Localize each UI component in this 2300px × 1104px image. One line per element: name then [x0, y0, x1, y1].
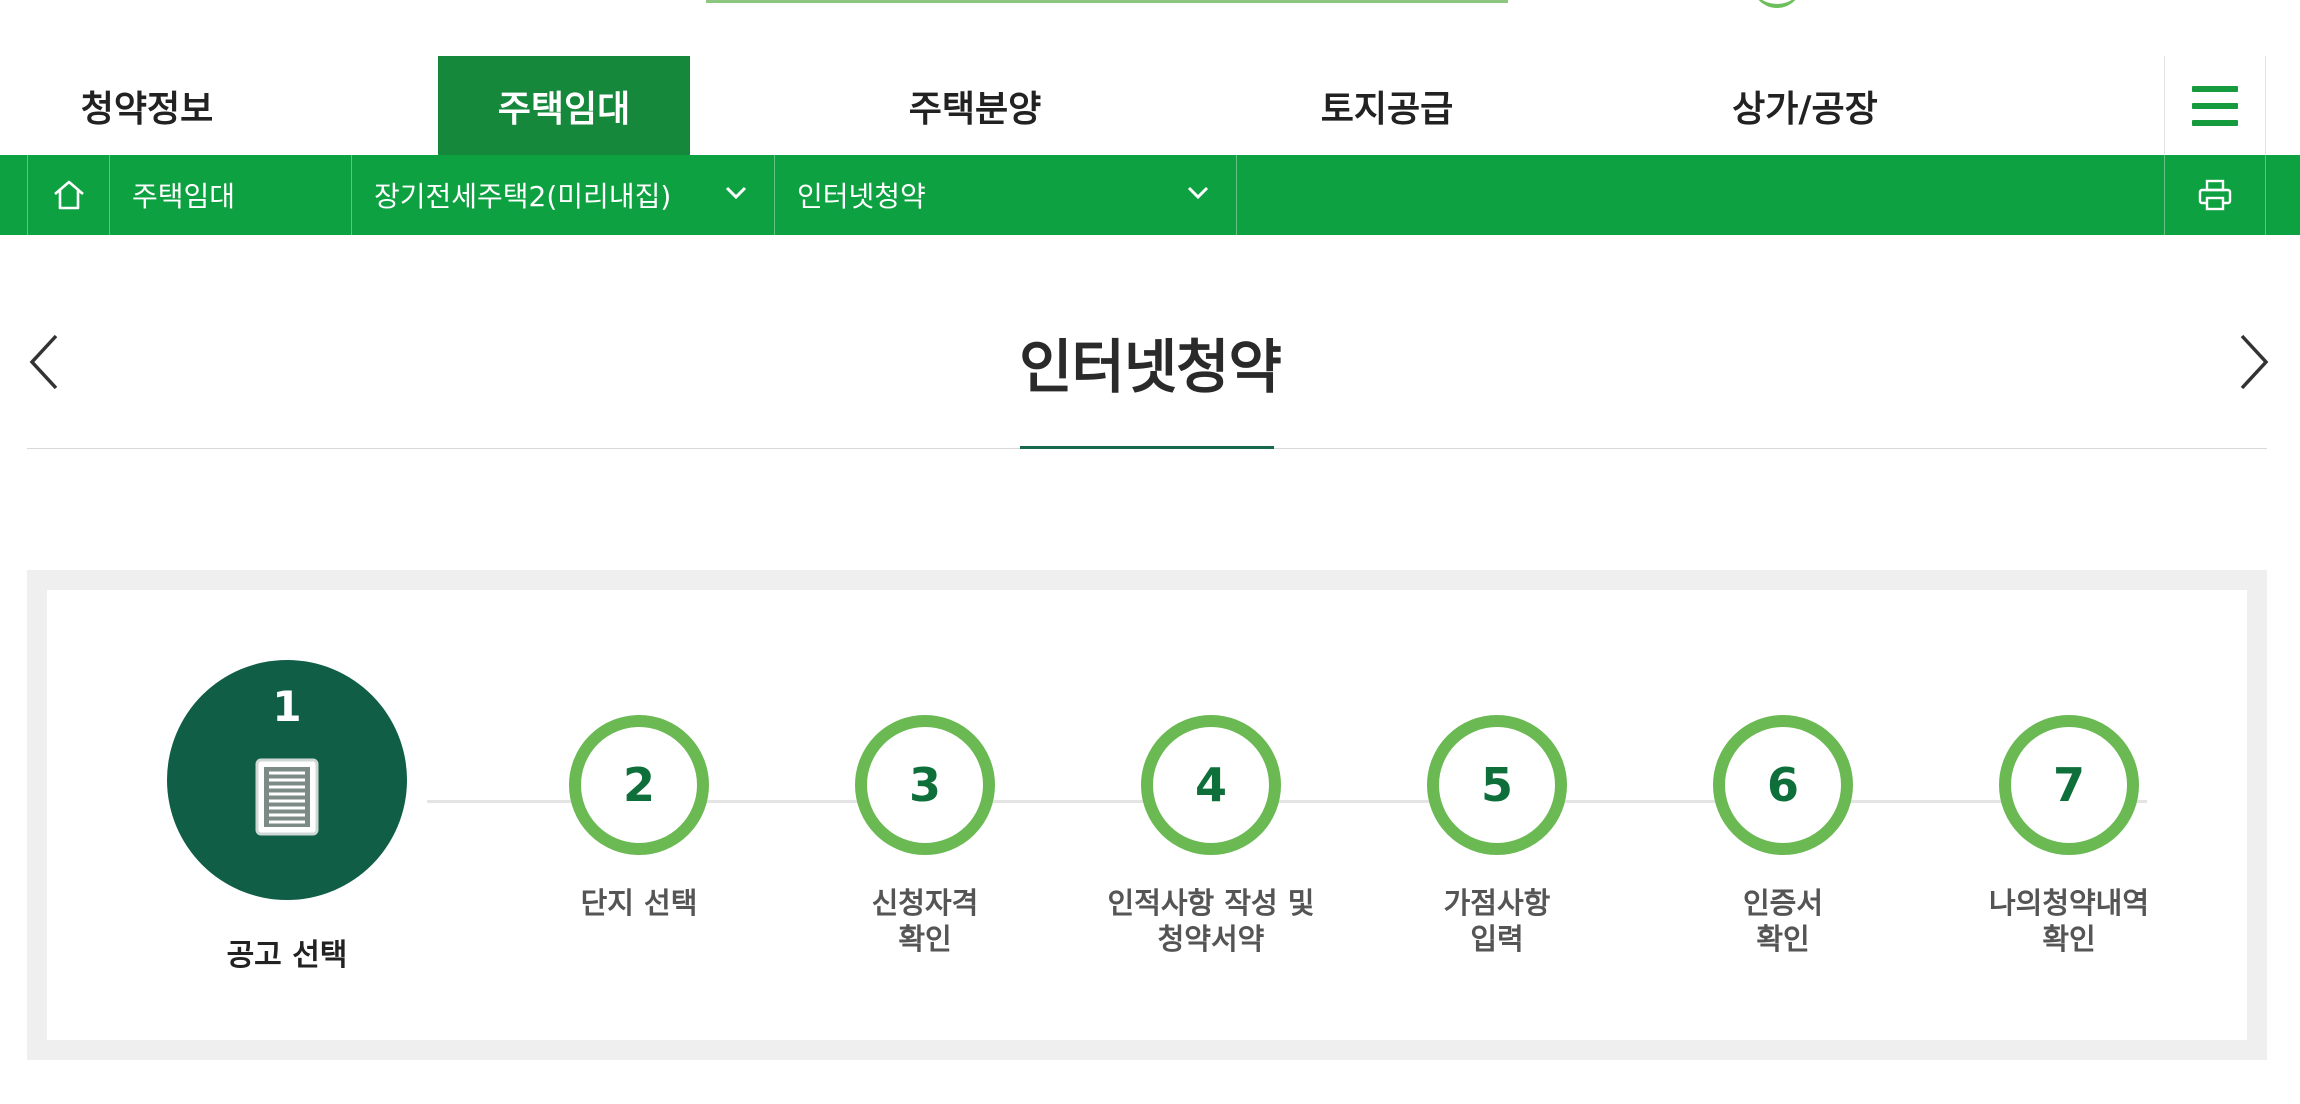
step-3-circle: 3 [855, 715, 995, 855]
step-1-circle: 1 [167, 660, 407, 900]
search-box-edge[interactable] [706, 0, 1508, 3]
step-5-circle: 5 [1427, 715, 1567, 855]
step-4-label: 인적사항 작성 및 청약서약 [1107, 886, 1315, 956]
breadcrumb-depth1[interactable]: 주택임대 [109, 155, 351, 235]
breadcrumb-depth2-label: 장기전세주택2(미리내집) [374, 180, 672, 213]
step-1-number: 1 [272, 682, 302, 731]
gnb-item-housing-rental[interactable]: 주택임대 [438, 56, 690, 155]
step-1-current: 1 공고 선택 [167, 660, 407, 974]
step-4: 4 인적사항 작성 및 청약서약 [1071, 715, 1351, 957]
step-progress: 1 공고 선택 2 단지 선택 3 신청자격 확인 4 인적사항 작성 및 청약… [27, 570, 2267, 1060]
next-page-arrow[interactable] [2234, 330, 2274, 394]
gnb-item-land-supply[interactable]: 토지공급 [1262, 56, 1512, 155]
gnb-item-subscription-info[interactable]: 청약정보 [27, 56, 267, 155]
step-2-label: 단지 선택 [580, 886, 698, 920]
step-progress-inner: 1 공고 선택 2 단지 선택 3 신청자격 확인 4 인적사항 작성 및 청약… [47, 590, 2247, 1040]
step-6-circle: 6 [1713, 715, 1853, 855]
chevron-down-icon [1187, 186, 1209, 200]
gnb-item-housing-sale[interactable]: 주택분양 [850, 56, 1100, 155]
print-button[interactable] [2164, 155, 2266, 235]
breadcrumb-depth1-label: 주택임대 [132, 180, 236, 213]
step-5-label: 가점사항 입력 [1443, 886, 1551, 956]
chevron-down-icon [725, 186, 747, 200]
step-7: 7 나의청약내역 확인 [1939, 715, 2199, 957]
breadcrumb-depth3-label: 인터넷청약 [797, 180, 926, 213]
step-5: 5 가점사항 입력 [1377, 715, 1617, 957]
step-3: 3 신청자격 확인 [805, 715, 1045, 957]
home-icon [54, 180, 84, 210]
title-underline [1020, 446, 1274, 449]
step-7-label: 나의청약내역 확인 [1988, 886, 2150, 956]
breadcrumb-depth3-dropdown[interactable]: 인터넷청약 [774, 155, 1237, 235]
step-6-label: 인증서 확인 [1742, 886, 1824, 956]
all-menu-button[interactable] [2164, 56, 2266, 155]
step-6: 6 인증서 확인 [1663, 715, 1903, 957]
step-2-circle: 2 [569, 715, 709, 855]
step-1-label: 공고 선택 [226, 938, 348, 973]
step-4-circle: 4 [1141, 715, 1281, 855]
logo-edge [1752, 0, 1802, 8]
gnb-item-commercial-factory[interactable]: 상가/공장 [1680, 56, 1930, 155]
document-icon [255, 758, 319, 836]
hamburger-icon [2192, 85, 2238, 126]
printer-icon [2198, 179, 2232, 211]
breadcrumb-depth2-dropdown[interactable]: 장기전세주택2(미리내집) [351, 155, 774, 235]
global-nav: 청약정보 주택임대 주택분양 토지공급 상가/공장 [0, 56, 2300, 155]
step-7-circle: 7 [1999, 715, 2139, 855]
home-button[interactable] [27, 155, 110, 235]
header-top [0, 0, 2300, 57]
page-title: 인터넷청약 [1019, 333, 1282, 401]
step-3-label: 신청자격 확인 [871, 886, 979, 956]
step-2: 2 단지 선택 [519, 715, 759, 921]
location-bar: 주택임대 장기전세주택2(미리내집) 인터넷청약 [0, 155, 2300, 235]
